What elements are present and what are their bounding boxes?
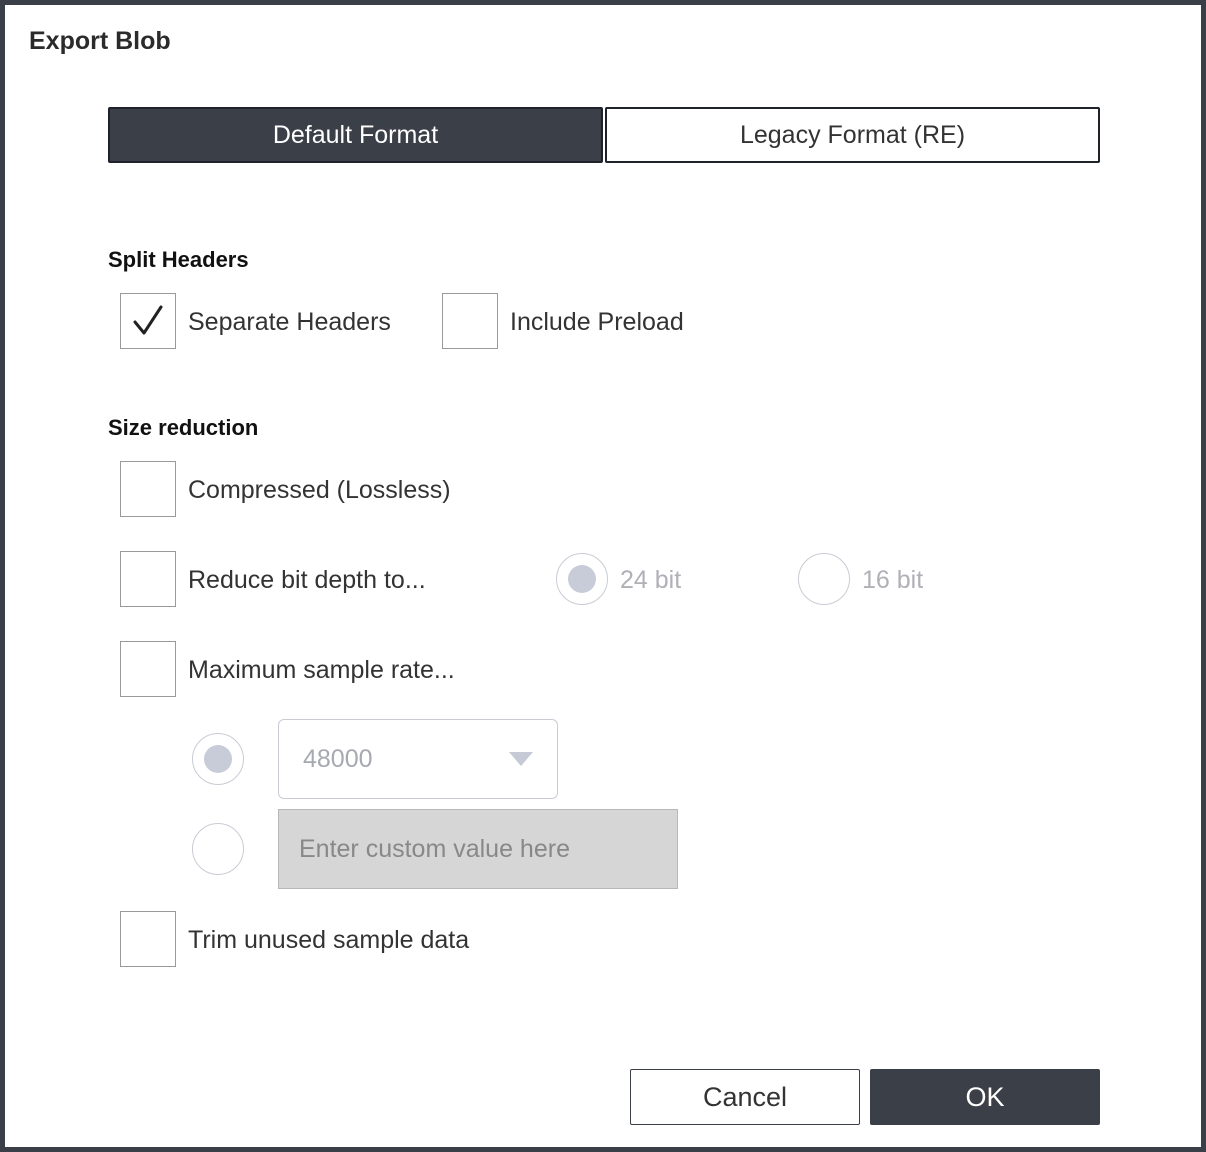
bit-depth-24-label: 24 bit xyxy=(620,566,682,594)
sample-rate-dropdown[interactable]: 48000 xyxy=(278,719,558,799)
bit-depth-16-radio[interactable] xyxy=(798,553,850,605)
size-reduction-heading: Size reduction xyxy=(108,415,259,440)
trim-unused-label: Trim unused sample data xyxy=(188,926,470,954)
export-blob-dialog: Export Blob Default Format Legacy Format… xyxy=(0,0,1206,1152)
tab-legacy-format[interactable]: Legacy Format (RE) xyxy=(605,107,1100,163)
include-preload-checkbox[interactable] xyxy=(442,293,498,349)
tab-default-format[interactable]: Default Format xyxy=(108,107,603,163)
reduce-bit-depth-label: Reduce bit depth to... xyxy=(188,566,426,594)
trim-unused-checkbox[interactable] xyxy=(120,911,176,967)
cancel-button[interactable]: Cancel xyxy=(630,1069,860,1125)
radio-selected-dot xyxy=(204,745,232,773)
ok-button-label: OK xyxy=(965,1081,1005,1112)
checkmark-icon xyxy=(133,305,163,335)
cancel-button-label: Cancel xyxy=(702,1081,788,1112)
tab-default-format-label: Default Format xyxy=(272,120,439,149)
max-sample-rate-label: Maximum sample rate... xyxy=(188,656,455,684)
radio-selected-dot xyxy=(568,565,596,593)
tab-legacy-format-label: Legacy Format (RE) xyxy=(739,120,966,149)
chevron-down-icon xyxy=(509,752,533,766)
separate-headers-label: Separate Headers xyxy=(188,308,391,336)
separate-headers-checkbox[interactable] xyxy=(120,293,176,349)
custom-sample-rate-input[interactable] xyxy=(278,809,678,889)
dialog-title: Export Blob xyxy=(29,27,171,55)
max-sample-rate-checkbox[interactable] xyxy=(120,641,176,697)
reduce-bit-depth-checkbox[interactable] xyxy=(120,551,176,607)
include-preload-label: Include Preload xyxy=(510,308,684,336)
sample-rate-custom-radio[interactable] xyxy=(192,823,244,875)
bit-depth-24-radio[interactable] xyxy=(556,553,608,605)
bit-depth-16-label: 16 bit xyxy=(862,566,924,594)
compressed-label: Compressed (Lossless) xyxy=(188,476,451,504)
ok-button[interactable]: OK xyxy=(870,1069,1100,1125)
split-headers-heading: Split Headers xyxy=(108,247,249,272)
sample-rate-preset-radio[interactable] xyxy=(192,733,244,785)
sample-rate-dropdown-value: 48000 xyxy=(303,744,373,773)
compressed-checkbox[interactable] xyxy=(120,461,176,517)
